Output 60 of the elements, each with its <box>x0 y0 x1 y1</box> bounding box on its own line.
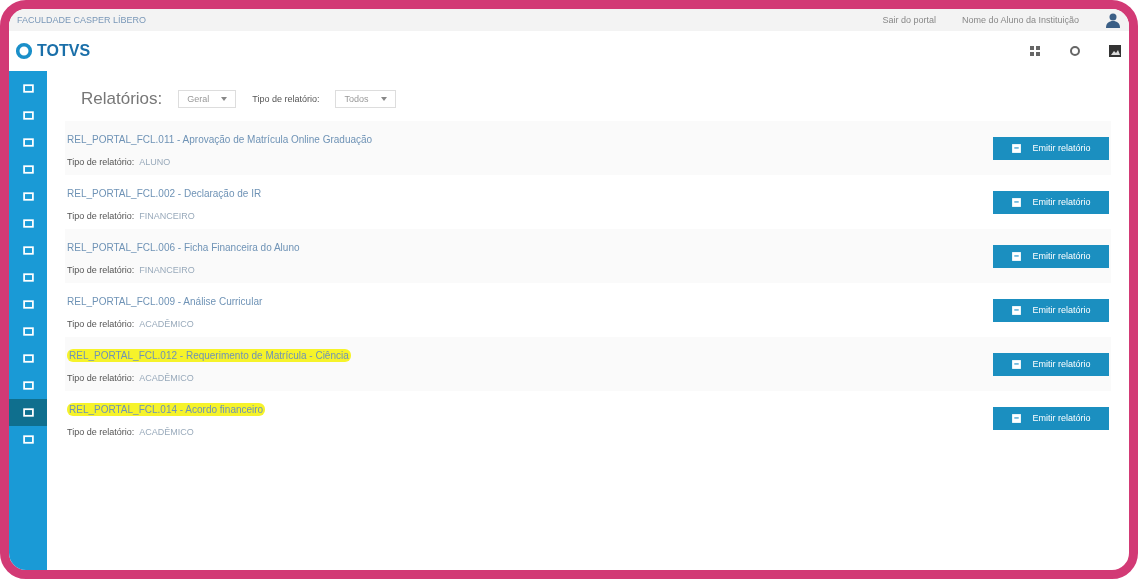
report-link[interactable]: REL_PORTAL_FCL.002 - Declaração de IR <box>67 188 262 199</box>
document-icon <box>1011 412 1023 424</box>
menu-item-icon <box>22 407 34 418</box>
logo-icon <box>15 42 33 60</box>
report-link[interactable]: REL_PORTAL_FCL.012 - Requerimento de Matrícula - Ciência <box>67 349 351 362</box>
caret-icon <box>380 97 387 101</box>
image-icon[interactable] <box>1109 45 1121 57</box>
caret-icon <box>221 97 228 101</box>
emit-report-button[interactable]: Emitir relatório <box>993 406 1109 430</box>
report-link[interactable]: REL_PORTAL_FCL.014 - Acordo financeiro <box>67 403 266 416</box>
logo: TOTVS <box>37 42 91 60</box>
type-label: Tipo de relatório: <box>67 319 135 329</box>
type-label: Tipo de relatório: <box>67 265 135 275</box>
grid-icon[interactable] <box>1029 45 1041 57</box>
document-icon <box>1011 358 1023 370</box>
menu-item-icon <box>22 191 34 202</box>
sidebar-item[interactable] <box>9 399 47 426</box>
menu-item-icon <box>22 353 34 364</box>
emit-report-button[interactable]: Emitir relatório <box>993 136 1109 160</box>
type-value: ALUNO <box>139 157 171 167</box>
type-value: ACADÊMICO <box>139 427 194 437</box>
menu-item-icon <box>22 218 34 229</box>
settings-icon[interactable] <box>1069 45 1081 57</box>
type-value: FINANCEIRO <box>139 265 195 275</box>
menu-item-icon <box>22 380 34 391</box>
menu-item-icon <box>22 326 34 337</box>
document-icon <box>1011 196 1023 208</box>
report-select[interactable]: Geral <box>178 90 237 108</box>
emit-report-button[interactable]: Emitir relatório <box>993 352 1109 376</box>
document-icon <box>1011 250 1023 262</box>
filter-label: Tipo de relatório: <box>252 94 320 104</box>
menu-item-icon <box>22 434 34 445</box>
type-label: Tipo de relatório: <box>67 211 135 221</box>
type-select[interactable]: Todos <box>335 90 396 108</box>
menu-item-icon <box>22 137 34 148</box>
header-link[interactable]: Nome do Aluno da Instituição <box>961 15 1079 25</box>
type-label: Tipo de relatório: <box>67 157 135 167</box>
type-label: Tipo de relatório: <box>67 373 135 383</box>
emit-report-button[interactable]: Emitir relatório <box>993 298 1109 322</box>
type-value: ACADÊMICO <box>139 373 194 383</box>
menu-item-icon <box>22 272 34 283</box>
emit-report-button[interactable]: Emitir relatório <box>993 190 1109 214</box>
menu-item-icon <box>22 299 34 310</box>
document-icon <box>1011 142 1023 154</box>
emit-report-button[interactable]: Emitir relatório <box>993 244 1109 268</box>
header-link[interactable]: Sair do portal <box>882 15 936 25</box>
menu-item-icon <box>22 245 34 256</box>
menu-item-icon <box>22 164 34 175</box>
report-link[interactable]: REL_PORTAL_FCL.011 - Aprovação de Matrícula Online Graduação <box>67 134 373 145</box>
menu-item-icon <box>22 110 34 121</box>
document-icon <box>1011 304 1023 316</box>
institution-name: FACULDADE CASPER LÍBERO <box>17 15 147 25</box>
type-value: ACADÊMICO <box>139 319 194 329</box>
menu-item-icon <box>22 83 34 94</box>
user-icon[interactable] <box>1105 12 1121 28</box>
page-title: Relatórios: <box>81 89 163 109</box>
report-link[interactable]: REL_PORTAL_FCL.006 - Ficha Financeira do Aluno <box>67 242 300 253</box>
type-label: Tipo de relatório: <box>67 427 135 437</box>
report-link[interactable]: REL_PORTAL_FCL.009 - Análise Curricular <box>67 296 263 307</box>
type-value: FINANCEIRO <box>139 211 195 221</box>
